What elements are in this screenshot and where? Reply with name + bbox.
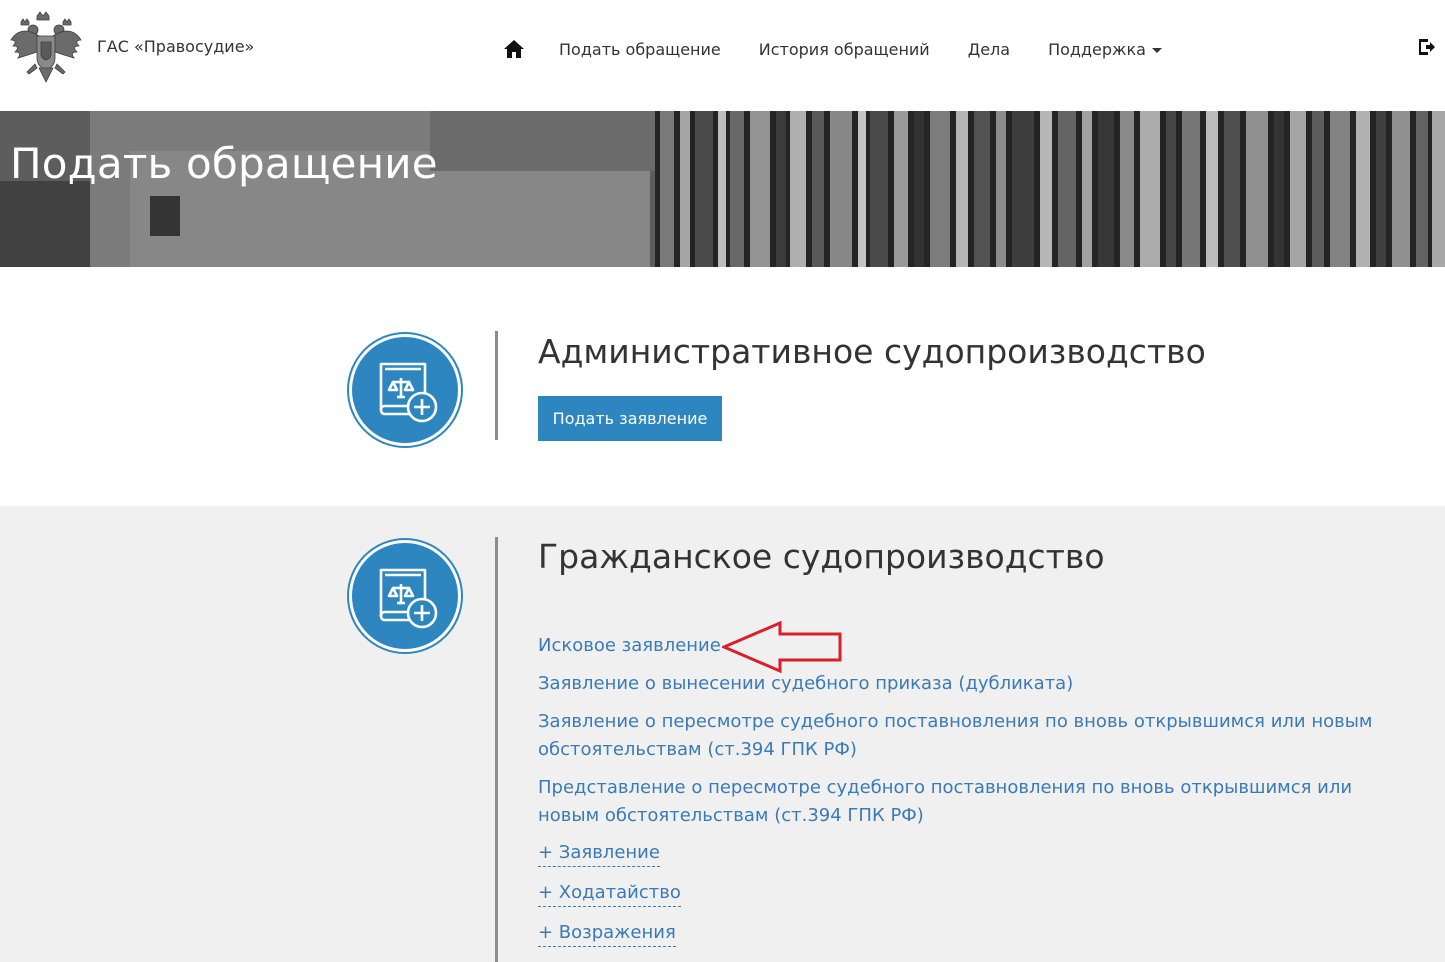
expand-motion[interactable]: + Ходатайство <box>538 880 681 907</box>
banner-background-image <box>0 111 1445 267</box>
civil-document-links: Исковое заявление Заявление о вынесении … <box>538 632 1398 960</box>
nav-item-support[interactable]: Поддержка <box>1048 40 1162 59</box>
admin-section-title: Административное судопроизводство <box>538 332 1206 371</box>
section-divider <box>495 537 498 962</box>
expand-objections[interactable]: + Возражения <box>538 920 676 947</box>
top-header: ГАС «Правосудие» Подать обращение Истори… <box>0 0 1445 111</box>
nav-item-submit-appeal[interactable]: Подать обращение <box>559 40 721 59</box>
page-title: Подать обращение <box>10 139 438 188</box>
page-banner: Подать обращение <box>0 111 1445 267</box>
link-review-application[interactable]: Заявление о пересмотре судебного поставн… <box>538 708 1398 764</box>
nav-item-cases[interactable]: Дела <box>968 40 1010 59</box>
logout-icon[interactable] <box>1416 37 1436 57</box>
main-nav: Подать обращение История обращений Дела … <box>503 30 1162 68</box>
submit-application-button[interactable]: Подать заявление <box>538 396 722 441</box>
law-book-add-icon <box>349 334 461 446</box>
nav-item-support-label: Поддержка <box>1048 39 1146 59</box>
civil-section-title: Гражданское судопроизводство <box>538 537 1105 576</box>
expand-application[interactable]: + Заявление <box>538 840 660 867</box>
civil-proceedings-section: Гражданское судопроизводство Исковое зая… <box>0 506 1445 962</box>
home-icon[interactable] <box>503 38 525 60</box>
link-statement-of-claim[interactable]: Исковое заявление <box>538 632 1398 660</box>
link-court-order-application[interactable]: Заявление о вынесении судебного приказа … <box>538 670 1398 698</box>
brand[interactable]: ГАС «Правосудие» <box>9 10 254 86</box>
law-book-add-icon <box>349 540 461 652</box>
brand-name: ГАС «Правосудие» <box>97 36 255 56</box>
coat-of-arms-logo <box>10 11 82 83</box>
link-review-submission[interactable]: Представление о пересмотре судебного пос… <box>538 774 1398 830</box>
nav-item-appeal-history[interactable]: История обращений <box>759 40 930 59</box>
section-divider <box>495 331 498 440</box>
chevron-down-icon <box>1151 47 1162 53</box>
admin-proceedings-section: Административное судопроизводство Подать… <box>0 267 1445 506</box>
